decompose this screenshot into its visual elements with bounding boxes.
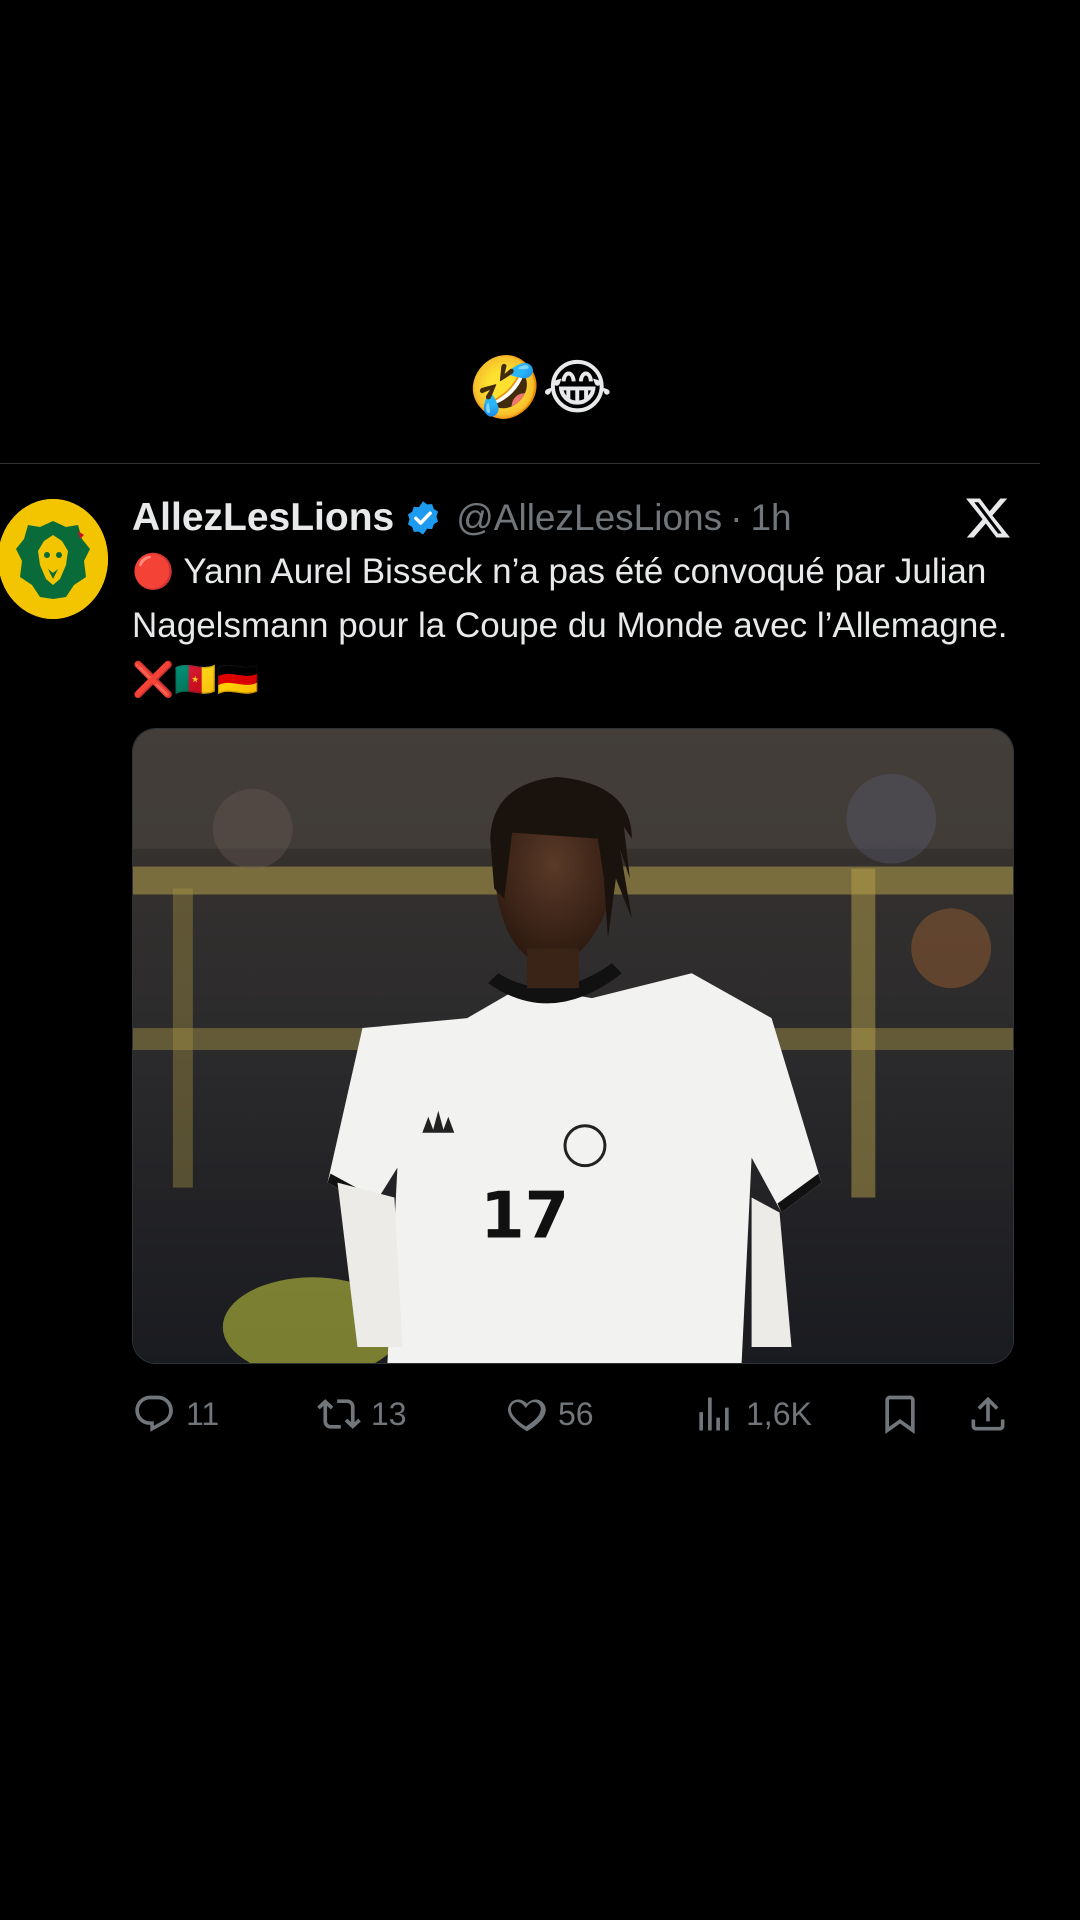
separator-dot: · [730, 497, 743, 538]
tweet-actions: 11 13 56 1,6K [132, 1386, 1012, 1442]
views-count: 1,6K [746, 1395, 812, 1432]
tweet-media[interactable]: 17 [132, 728, 1014, 1364]
views-button[interactable]: 1,6K [692, 1386, 812, 1442]
views-icon [699, 1397, 729, 1431]
red-circle-emoji: 🔴 [132, 553, 175, 591]
share-button[interactable] [966, 1386, 1010, 1442]
timestamp[interactable]: 1h [750, 497, 791, 539]
divider [0, 463, 1040, 464]
repost-button[interactable]: 13 [317, 1386, 407, 1442]
handle[interactable]: @AllezLesLions [456, 497, 722, 539]
x-logo-icon [964, 494, 1012, 542]
reply-icon [135, 1395, 173, 1432]
tweet-header: AllezLesLions @AllezLesLions · 1h [132, 492, 792, 544]
svg-text:17: 17 [480, 1179, 569, 1253]
flag-emojis: ❌🇨🇲🇩🇪 [132, 661, 260, 699]
reply-button[interactable]: 11 [132, 1386, 219, 1442]
repost-icon [317, 1399, 361, 1429]
share-icon [971, 1396, 1005, 1431]
bookmark-icon [885, 1395, 915, 1434]
caption-emoji: 🤣😂 [467, 354, 613, 421]
bookmark-button[interactable] [878, 1386, 922, 1442]
reply-count: 11 [186, 1395, 220, 1432]
player-photo: 17 [133, 729, 1013, 1363]
verified-badge-icon [404, 499, 442, 537]
like-count: 56 [558, 1395, 594, 1432]
lion-logo-icon [0, 499, 108, 619]
avatar[interactable] [0, 499, 108, 619]
repost-count: 13 [371, 1395, 407, 1432]
heart-icon [508, 1399, 546, 1432]
like-button[interactable]: 56 [504, 1386, 594, 1442]
jersey-number: 17 [480, 1179, 569, 1253]
display-name[interactable]: AllezLesLions [132, 496, 394, 540]
tweet-text: 🔴 Yann Aurel Bisseck n’a pas été convoqu… [132, 545, 1032, 707]
tweet-body: Yann Aurel Bisseck n’a pas été convoqué … [132, 552, 1008, 645]
